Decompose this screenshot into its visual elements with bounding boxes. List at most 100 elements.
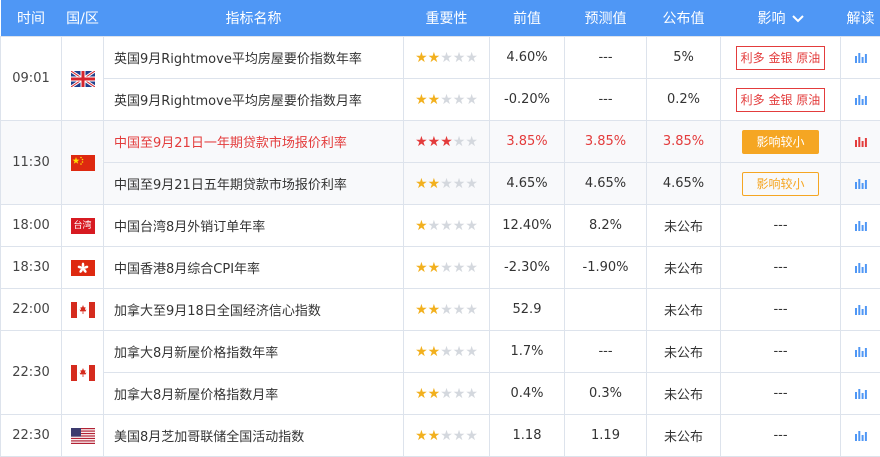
star-icon: ★ xyxy=(465,428,478,444)
analysis-cell[interactable] xyxy=(841,163,880,205)
star-icon: ★ xyxy=(465,386,478,402)
star-icon: ★ xyxy=(465,134,478,150)
bar-chart-icon[interactable] xyxy=(855,218,867,233)
analysis-cell[interactable] xyxy=(841,79,880,121)
star-icon: ★ xyxy=(465,344,478,360)
star-icon: ★ xyxy=(453,302,466,318)
importance-cell: ★★★★★ xyxy=(404,37,490,79)
indicator-name[interactable]: 中国香港8月综合CPI年率 xyxy=(104,247,404,289)
bar-chart-icon[interactable] xyxy=(855,134,867,149)
indicator-name[interactable]: 加拿大至9月18日全国经济信心指数 xyxy=(104,289,404,331)
country-cell xyxy=(62,415,104,457)
table-row[interactable]: 18:00台湾中国台湾8月外销订单年率★★★★★12.40%8.2%未公布--- xyxy=(1,205,880,247)
indicator-name[interactable]: 中国至9月21日一年期贷款市场报价利率 xyxy=(104,121,404,163)
impact-badge-low[interactable]: 影响较小 xyxy=(742,130,818,154)
previous-value: 3.85% xyxy=(490,121,565,163)
importance-cell: ★★★★★ xyxy=(404,121,490,163)
analysis-cell[interactable] xyxy=(841,205,880,247)
star-icon: ★ xyxy=(453,50,466,66)
star-icon: ★ xyxy=(415,134,428,150)
table-row[interactable]: 22:30加拿大8月新屋价格指数年率★★★★★1.7%---未公布--- xyxy=(1,331,880,373)
header-previous: 前值 xyxy=(490,0,565,37)
analysis-cell[interactable] xyxy=(841,121,880,163)
previous-value: 12.40% xyxy=(490,205,565,247)
impact-badge-bullish[interactable]: 利多 金银 原油 xyxy=(736,88,826,112)
hongkong-flag-icon xyxy=(71,260,95,276)
analysis-cell[interactable] xyxy=(841,247,880,289)
star-icon: ★ xyxy=(440,260,453,276)
star-icon: ★ xyxy=(453,92,466,108)
star-icon: ★ xyxy=(428,260,441,276)
header-analysis: 解读 xyxy=(841,0,880,37)
header-country: 国/区 xyxy=(62,0,104,37)
header-forecast: 预测值 xyxy=(565,0,647,37)
star-icon: ★ xyxy=(415,218,428,234)
star-icon: ★ xyxy=(428,50,441,66)
star-icon: ★ xyxy=(440,428,453,444)
country-cell xyxy=(62,121,104,205)
table-row[interactable]: 09:01英国9月Rightmove平均房屋要价指数年率★★★★★4.60%--… xyxy=(1,37,880,79)
impact-none: --- xyxy=(773,302,787,317)
table-row[interactable]: 22:00加拿大至9月18日全国经济信心指数★★★★★52.9未公布--- xyxy=(1,289,880,331)
star-icon: ★ xyxy=(415,386,428,402)
analysis-cell[interactable] xyxy=(841,37,880,79)
star-icon: ★ xyxy=(415,176,428,192)
importance-stars: ★★★★★ xyxy=(415,386,478,402)
previous-value: 4.60% xyxy=(490,37,565,79)
actual-value: 未公布 xyxy=(647,415,721,457)
importance-stars: ★★★★★ xyxy=(415,218,478,234)
header-impact-dropdown[interactable]: 影响 xyxy=(721,0,841,37)
star-icon: ★ xyxy=(465,302,478,318)
impact-badge-low[interactable]: 影响较小 xyxy=(742,172,818,196)
indicator-name[interactable]: 加拿大8月新屋价格指数年率 xyxy=(104,331,404,373)
china-flag-icon xyxy=(71,155,95,171)
analysis-cell[interactable] xyxy=(841,373,880,415)
star-icon: ★ xyxy=(440,50,453,66)
header-actual: 公布值 xyxy=(647,0,721,37)
star-icon: ★ xyxy=(465,218,478,234)
star-icon: ★ xyxy=(428,176,441,192)
impact-cell: 利多 金银 原油 xyxy=(721,79,841,121)
bar-chart-icon[interactable] xyxy=(855,344,867,359)
bar-chart-icon[interactable] xyxy=(855,428,867,443)
indicator-name[interactable]: 英国9月Rightmove平均房屋要价指数年率 xyxy=(104,37,404,79)
impact-none: --- xyxy=(773,386,787,401)
table-row[interactable]: 11:30中国至9月21日一年期贷款市场报价利率★★★★★3.85%3.85%3… xyxy=(1,121,880,163)
star-icon: ★ xyxy=(415,302,428,318)
indicator-name[interactable]: 中国至9月21日五年期贷款市场报价利率 xyxy=(104,163,404,205)
table-row[interactable]: 英国9月Rightmove平均房屋要价指数月率★★★★★-0.20%---0.2… xyxy=(1,79,880,121)
star-icon: ★ xyxy=(415,428,428,444)
analysis-cell[interactable] xyxy=(841,415,880,457)
table-row[interactable]: 22:30美国8月芝加哥联储全国活动指数★★★★★1.181.19未公布--- xyxy=(1,415,880,457)
chevron-down-icon xyxy=(792,15,804,23)
analysis-cell[interactable] xyxy=(841,331,880,373)
bar-chart-icon[interactable] xyxy=(855,50,867,65)
table-row[interactable]: 中国至9月21日五年期贷款市场报价利率★★★★★4.65%4.65%4.65%影… xyxy=(1,163,880,205)
table-row[interactable]: 加拿大8月新屋价格指数月率★★★★★0.4%0.3%未公布--- xyxy=(1,373,880,415)
table-header-row: 时间 国/区 指标名称 重要性 前值 预测值 公布值 影响 解读 xyxy=(1,0,880,37)
forecast-value: 1.19 xyxy=(565,415,647,457)
star-icon: ★ xyxy=(415,50,428,66)
indicator-name[interactable]: 加拿大8月新屋价格指数月率 xyxy=(104,373,404,415)
bar-chart-icon[interactable] xyxy=(855,176,867,191)
star-icon: ★ xyxy=(453,218,466,234)
indicator-name[interactable]: 美国8月芝加哥联储全国活动指数 xyxy=(104,415,404,457)
impact-cell: 利多 金银 原油 xyxy=(721,37,841,79)
bar-chart-icon[interactable] xyxy=(855,260,867,275)
indicator-name[interactable]: 中国台湾8月外销订单年率 xyxy=(104,205,404,247)
impact-badge-bullish[interactable]: 利多 金银 原油 xyxy=(736,46,826,70)
country-cell xyxy=(62,37,104,121)
forecast-value xyxy=(565,289,647,331)
forecast-value: --- xyxy=(565,37,647,79)
event-time: 18:30 xyxy=(1,247,62,289)
bar-chart-icon[interactable] xyxy=(855,386,867,401)
previous-value: 4.65% xyxy=(490,163,565,205)
importance-stars: ★★★★★ xyxy=(415,260,478,276)
bar-chart-icon[interactable] xyxy=(855,302,867,317)
bar-chart-icon[interactable] xyxy=(855,92,867,107)
analysis-cell[interactable] xyxy=(841,289,880,331)
indicator-name[interactable]: 英国9月Rightmove平均房屋要价指数月率 xyxy=(104,79,404,121)
impact-cell: 影响较小 xyxy=(721,163,841,205)
table-row[interactable]: 18:30中国香港8月综合CPI年率★★★★★-2.30%-1.90%未公布--… xyxy=(1,247,880,289)
star-icon: ★ xyxy=(453,428,466,444)
